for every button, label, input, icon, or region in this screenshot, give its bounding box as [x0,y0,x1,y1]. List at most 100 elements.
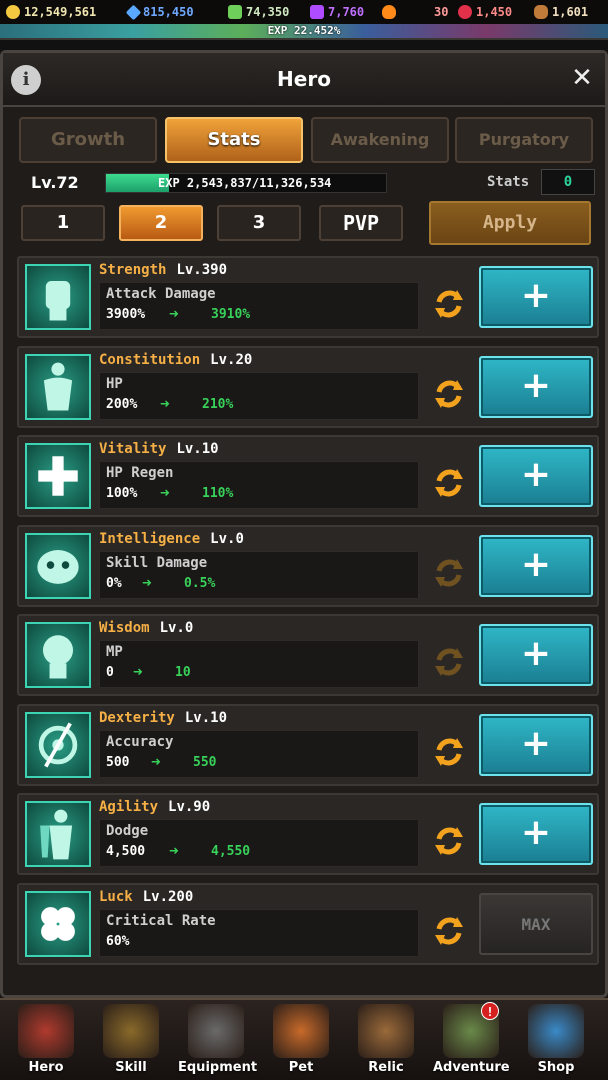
stat-card-intelligence: IntelligenceLv.0 Max Lv.20000 Skill Dama… [17,525,599,607]
stat-label: Intelligence [99,531,201,547]
stat-level: Lv.390 [176,262,228,278]
stat-card-strength: StrengthLv.390 Max Lv.20000 Attack Damag… [17,256,599,338]
tab-awakening[interactable]: Awakening [311,117,449,163]
reset-icon[interactable] [431,734,467,770]
tab-stats[interactable]: Stats [165,117,303,163]
effect-name: MP [106,644,123,660]
reset-icon[interactable] [431,644,467,680]
currency-value: 74,350 [246,5,290,19]
exp-percent: EXP 22.452% [267,24,341,37]
plus-icon: + [520,454,552,495]
stat-name: Agility Lv.90 [99,799,210,815]
clover-icon [25,891,91,957]
reset-icon[interactable] [431,913,467,949]
stat-name: Strength Lv.390 [99,262,227,278]
add-stat-button[interactable]: + [479,714,593,776]
arrow-right-icon: ➜ [151,752,161,771]
currency-diamond: 815,450 [125,3,194,21]
effect-next-value: 0.5% [184,576,216,591]
nav-label: Pet [288,1060,314,1075]
nav-adventure[interactable]: ! Adventure [433,1002,510,1080]
effect-current-value: 0 [106,665,114,680]
preset-3-button[interactable]: 3 [217,205,301,241]
add-stat-button[interactable]: + [479,535,593,597]
stat-card-luck: LuckLv.200 Max Lv.200 Critical Rate 60% … [17,883,599,965]
title-bar: i Hero ✕ [3,53,605,107]
nav-hero[interactable]: Hero [8,1004,84,1080]
arrow-right-icon: ➜ [169,841,179,860]
effect-name: Accuracy [106,734,174,750]
currency-purple-gem: 7,760 [310,3,364,21]
target-icon [25,712,91,778]
notification-badge: ! [481,1002,499,1020]
currency-ruby: 1,450 [458,3,512,21]
stat-name: Wisdom Lv.0 [99,620,193,636]
plus-icon: + [520,723,552,764]
helmet-icon [18,1004,74,1058]
nav-shop[interactable]: Shop [518,1004,594,1080]
reset-icon[interactable] [431,823,467,859]
preset-2-button[interactable]: 2 [119,205,203,241]
stat-label: Constitution [99,352,201,368]
cross-icon [25,443,91,509]
effect-current-value: 60% [106,934,130,949]
pvp-button[interactable]: PVP [319,205,403,241]
add-stat-button[interactable]: + [479,624,593,686]
arrow-right-icon: ➜ [133,662,143,681]
mask-icon [25,533,91,599]
currency-value: 1,601 [552,5,589,19]
stat-card-constitution: ConstitutionLv.20 Max Lv.20000 HP 200% ➜… [17,346,599,428]
max-label: MAX [521,915,551,934]
arrow-right-icon: ➜ [160,483,170,502]
currency-green-gem: 74,350 [228,3,289,21]
add-stat-button[interactable]: + [479,803,593,865]
stat-card-vitality: VitalityLv.10 Max Lv.20000 HP Regen 100%… [17,435,599,517]
stats-points-value: 0 [541,169,595,195]
stat-effect-box: HP 200% ➜ 210% [99,372,419,420]
nav-pet[interactable]: Pet [263,1004,339,1080]
arrow-right-icon: ➜ [169,304,179,323]
tab-bar: Growth Stats Awakening Purgatory [19,117,595,163]
reset-icon[interactable] [431,376,467,412]
tab-growth[interactable]: Growth [19,117,157,163]
stat-name: Dexterity Lv.10 [99,710,227,726]
effect-next-value: 3910% [211,307,251,322]
stat-level: Lv.10 [184,710,228,726]
effect-name: HP Regen [106,465,174,481]
currency-value: 1,450 [476,5,513,19]
nav-equipment[interactable]: Equipment [178,1004,257,1080]
tab-purgatory[interactable]: Purgatory [455,117,593,163]
compass-icon: ! [443,1002,499,1058]
nav-relic[interactable]: Relic [348,1004,424,1080]
stat-effect-box: Skill Damage 0% ➜ 0.5% [99,551,419,599]
effect-current-value: 3900% [106,307,146,322]
exp-text: EXP 2,543,837/11,326,534 [158,176,332,190]
plus-icon: + [520,365,552,406]
add-stat-button[interactable]: + [479,356,593,418]
nav-skill[interactable]: Skill [93,1004,169,1080]
reset-icon[interactable] [431,465,467,501]
effect-next-value: 4,550 [211,844,251,859]
sword-shield-icon [188,1004,244,1058]
reset-icon[interactable] [431,555,467,591]
ruby-icon [458,5,472,19]
plus-icon: + [520,812,552,853]
afterimage-icon [25,801,91,867]
add-stat-button[interactable]: + [479,266,593,328]
green-gem-icon [228,5,242,19]
stat-label: Wisdom [99,620,150,636]
effect-next-value: 210% [202,397,234,412]
preset-1-button[interactable]: 1 [21,205,105,241]
stat-label: Dexterity [99,710,175,726]
apply-button[interactable]: Apply [429,201,591,245]
reset-icon[interactable] [431,286,467,322]
currency-value: 815,450 [143,5,194,19]
add-stat-button[interactable]: + [479,445,593,507]
currency-value: 12,549,561 [24,5,97,19]
book-icon [103,1004,159,1058]
stat-card-wisdom: WisdomLv.0 Max Lv.20000 MP 0 ➜ 10 + [17,614,599,696]
effect-next-value: 10 [175,665,191,680]
stat-card-dexterity: DexterityLv.10 Max Lv.500 Accuracy 500 ➜… [17,704,599,786]
close-icon[interactable]: ✕ [567,63,597,93]
nav-label: Shop [537,1060,575,1075]
